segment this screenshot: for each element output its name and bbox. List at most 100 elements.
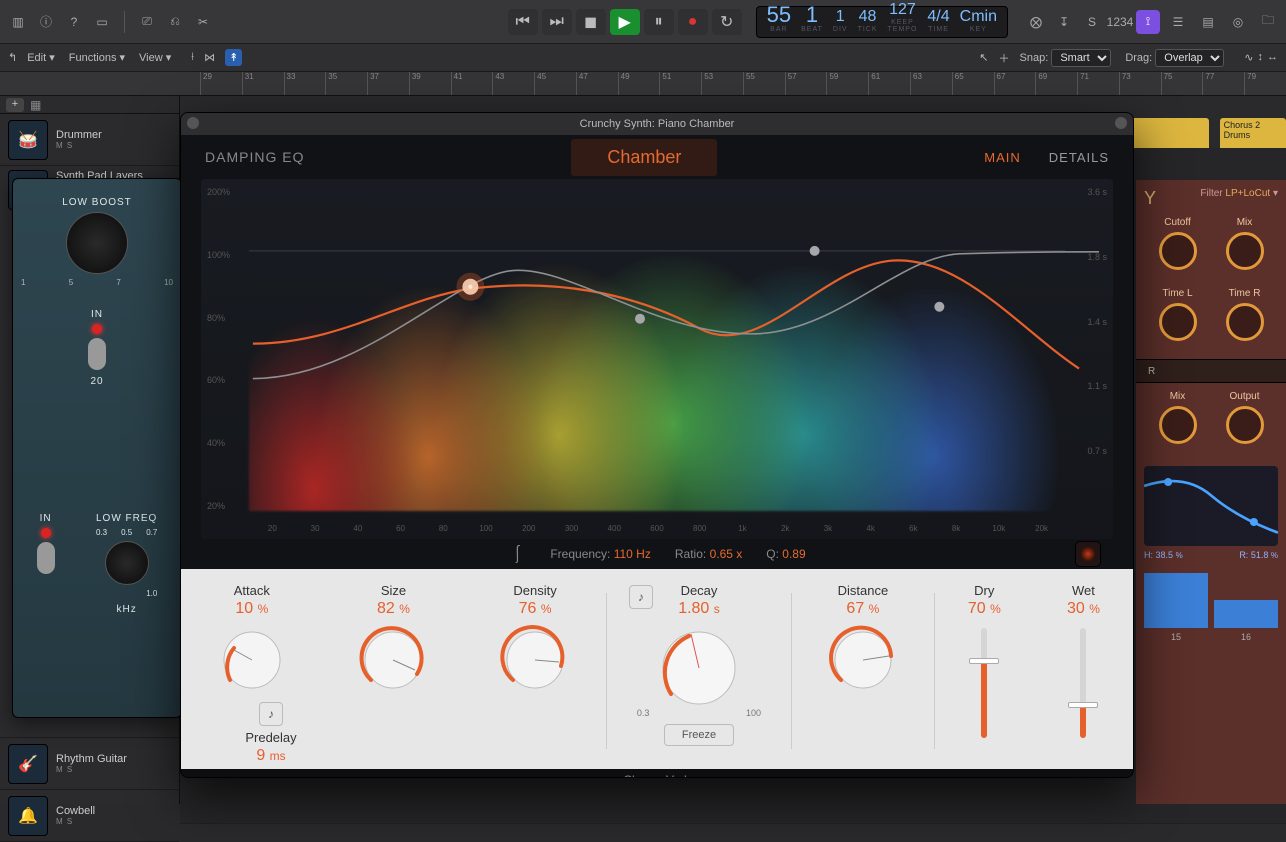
loops-icon[interactable]: ◎ [1226, 10, 1250, 34]
back-icon[interactable]: ↰ [8, 51, 17, 64]
delay-timel-knob[interactable] [1159, 303, 1197, 341]
delay-mix2-knob[interactable] [1159, 406, 1197, 444]
shelf-icon[interactable]: ⎰ [508, 541, 526, 567]
track-header[interactable]: 🎸 Rhythm GuitarM S [0, 738, 179, 790]
record-button[interactable]: ● [678, 9, 708, 35]
lowboost-knob[interactable] [66, 212, 128, 274]
toggle-flex-icon[interactable]: ⋈ [204, 51, 215, 64]
browser-icon[interactable]: 🗀 [1256, 10, 1280, 34]
editors-icon[interactable]: ✂ [191, 10, 215, 34]
drag-mode-select[interactable]: Overlap [1155, 49, 1224, 67]
tab-main[interactable]: MAIN [984, 150, 1021, 165]
stop-button[interactable]: ◼ [576, 9, 606, 35]
autopunch-icon[interactable]: ↧ [1052, 10, 1076, 34]
visualizer-toggle[interactable] [1075, 541, 1101, 567]
forward-button[interactable]: ⏭ [542, 9, 572, 35]
delay-timer-knob[interactable] [1226, 303, 1264, 341]
density-value[interactable]: 76 % [464, 600, 606, 618]
amp-toggle-1[interactable] [88, 338, 106, 370]
ruler-tick[interactable]: 41 [451, 72, 493, 95]
ruler-tick[interactable]: 73 [1119, 72, 1161, 95]
ruler-tick[interactable]: 51 [659, 72, 701, 95]
snap-mode-select[interactable]: Smart [1051, 49, 1111, 67]
ruler-tick[interactable]: 59 [826, 72, 868, 95]
replace-icon[interactable]: ⨂ [1024, 10, 1048, 34]
ruler-tick[interactable]: 71 [1077, 72, 1119, 95]
plugin-titlebar[interactable]: Crunchy Synth: Piano Chamber [181, 113, 1133, 135]
solo-icon[interactable]: S [1080, 10, 1104, 34]
marquee-tool-icon[interactable]: ＋ [999, 50, 1010, 66]
track-ms[interactable]: M S [56, 817, 95, 826]
preset-selector[interactable]: Chamber [571, 139, 717, 176]
ruler-tick[interactable]: 35 [325, 72, 367, 95]
list-editors-icon[interactable]: ☰ [1166, 10, 1190, 34]
tab-details[interactable]: DETAILS [1049, 150, 1109, 165]
ruler-tick[interactable]: 75 [1161, 72, 1203, 95]
ruler-tick[interactable]: 53 [701, 72, 743, 95]
lcd-display[interactable]: 55BAR 1BEAT 1DIV 48TICK 127KEEPTEMPO 4/4… [756, 6, 1008, 38]
ruler-tick[interactable]: 67 [994, 72, 1036, 95]
track-header[interactable]: 🔔 CowbellM S [0, 790, 179, 842]
vzoom-icon[interactable]: ↕ [1258, 51, 1264, 64]
ruler-tick[interactable]: 43 [492, 72, 534, 95]
delay-scope[interactable] [1144, 466, 1278, 546]
add-track-button[interactable]: + [6, 98, 24, 112]
cycle-button[interactable]: ↻ [712, 9, 742, 35]
ruler-tick[interactable]: 79 [1244, 72, 1286, 95]
decay-knob[interactable] [659, 628, 739, 708]
freeze-button[interactable]: Freeze [664, 724, 734, 746]
delay-output-knob[interactable] [1226, 406, 1264, 444]
delay-cutoff-knob[interactable] [1159, 232, 1197, 270]
notepad-icon[interactable]: ▤ [1196, 10, 1220, 34]
play-button[interactable]: ▶ [610, 9, 640, 35]
lowfreq-knob[interactable] [105, 541, 149, 585]
delay-mix-knob[interactable] [1226, 232, 1264, 270]
toolbar-icon[interactable]: ▭ [90, 10, 114, 34]
ruler-tick[interactable]: 31 [242, 72, 284, 95]
ruler-tick[interactable]: 57 [785, 72, 827, 95]
ruler-tick[interactable]: 55 [743, 72, 785, 95]
dry-slider[interactable] [981, 628, 987, 738]
track-ms[interactable]: M S [56, 765, 127, 774]
timeline-ruler[interactable]: 2931333537394143454749515355575961636567… [0, 72, 1286, 96]
ruler-tick[interactable]: 29 [200, 72, 242, 95]
tuner-icon[interactable]: ⟟ [1136, 10, 1160, 34]
global-tracks-icon[interactable]: ▦ [30, 98, 41, 112]
predelay-value[interactable]: 9 ms [211, 747, 331, 765]
ruler-tick[interactable]: 49 [618, 72, 660, 95]
track-header[interactable]: 🥁 DrummerM S [0, 114, 179, 166]
rewind-button[interactable]: ⏮ [508, 9, 538, 35]
pointer-tool-icon[interactable]: ↖ [979, 51, 988, 64]
ruler-tick[interactable]: 77 [1202, 72, 1244, 95]
mixer-icon[interactable]: ⎌ [163, 10, 187, 34]
library-icon[interactable]: ▥ [6, 10, 30, 34]
hzoom-icon[interactable]: ↔ [1267, 51, 1278, 64]
dry-value[interactable]: 70 % [935, 600, 1034, 618]
ruler-tick[interactable]: 65 [952, 72, 994, 95]
ruler-tick[interactable]: 63 [910, 72, 952, 95]
waveform-zoom-icon[interactable]: ∿ [1244, 51, 1253, 64]
eq-ratio-value[interactable]: 0.65 x [710, 547, 743, 561]
view-menu[interactable]: View ▾ [139, 51, 171, 64]
density-knob[interactable] [503, 628, 567, 692]
plugin-resize-button[interactable] [1115, 117, 1127, 129]
size-knob[interactable] [361, 628, 425, 692]
inspector-icon[interactable]: ⓘ [34, 10, 58, 34]
distance-knob[interactable] [831, 628, 895, 692]
size-value[interactable]: 82 % [323, 600, 465, 618]
attack-knob[interactable] [220, 628, 284, 692]
edit-menu[interactable]: Edit ▾ [27, 51, 55, 64]
ruler-tick[interactable]: 39 [409, 72, 451, 95]
smart-controls-icon[interactable]: ⎚ [135, 10, 159, 34]
count-in-display[interactable]: 1234 [1108, 10, 1132, 34]
distance-value[interactable]: 67 % [792, 600, 934, 618]
predelay-sync-toggle[interactable]: ♪ [259, 702, 283, 726]
wet-value[interactable]: 30 % [1034, 600, 1133, 618]
ruler-tick[interactable]: 33 [284, 72, 326, 95]
help-icon[interactable]: ? [62, 10, 86, 34]
ruler-tick[interactable]: 61 [868, 72, 910, 95]
catch-playhead-icon[interactable]: ↟ [225, 49, 242, 66]
eq-frequency-value[interactable]: 110 Hz [614, 547, 651, 561]
damping-eq-display[interactable]: 200%100%80%60%40%20% 3.6 s1.8 s1.4 s1.1 … [201, 179, 1113, 539]
ruler-tick[interactable]: 69 [1035, 72, 1077, 95]
